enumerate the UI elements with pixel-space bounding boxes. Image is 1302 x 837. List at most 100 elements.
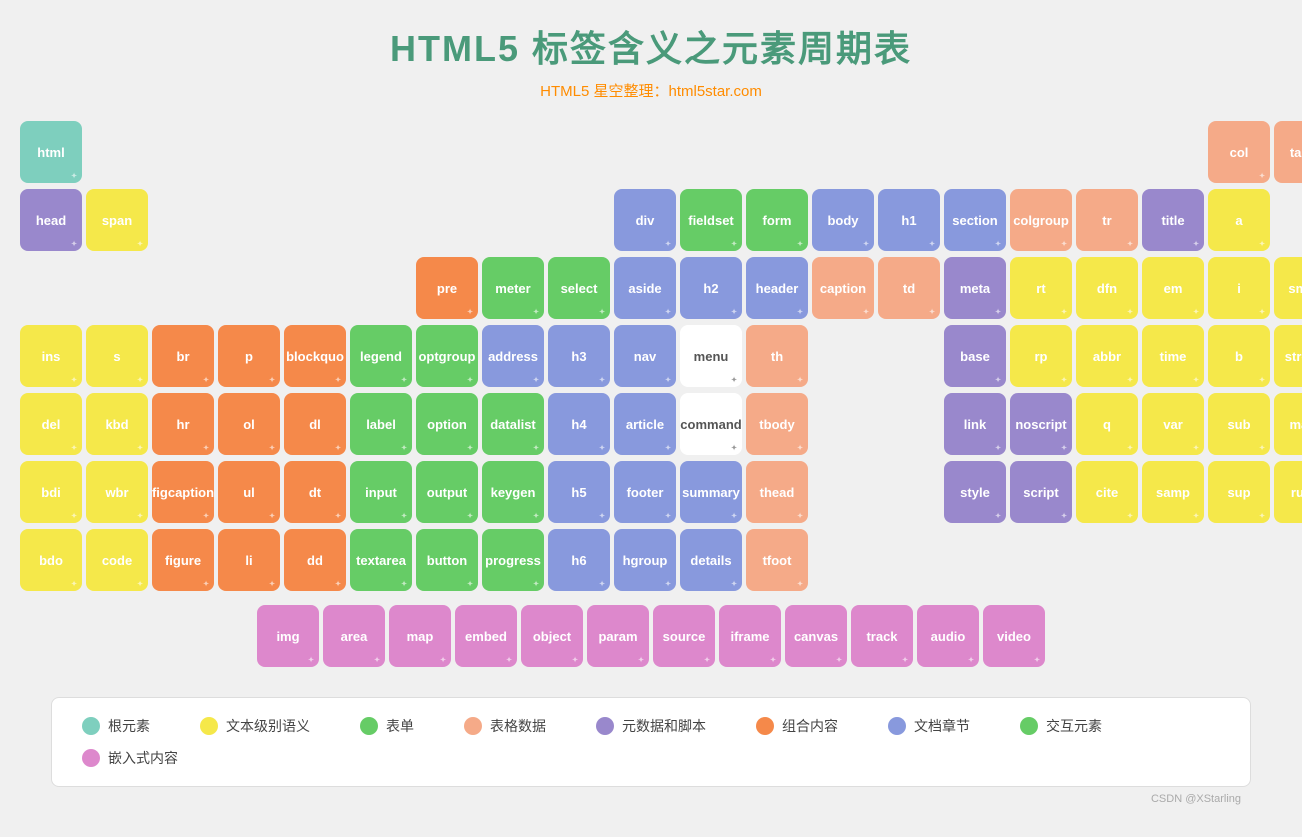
- element-map[interactable]: map: [389, 605, 451, 667]
- element-abbr[interactable]: abbr: [1076, 325, 1138, 387]
- element-figure[interactable]: figure: [152, 529, 214, 591]
- element-span[interactable]: span: [86, 189, 148, 251]
- element-ins[interactable]: ins: [20, 325, 82, 387]
- element-optgroup[interactable]: optgroup: [416, 325, 478, 387]
- element-col[interactable]: col: [1208, 121, 1270, 183]
- element-meta[interactable]: meta: [944, 257, 1006, 319]
- element-h6[interactable]: h6: [548, 529, 610, 591]
- element-time[interactable]: time: [1142, 325, 1204, 387]
- element-colgroup[interactable]: colgroup: [1010, 189, 1072, 251]
- element-h1[interactable]: h1: [878, 189, 940, 251]
- element-i[interactable]: i: [1208, 257, 1270, 319]
- element-h2[interactable]: h2: [680, 257, 742, 319]
- element-noscript[interactable]: noscript: [1010, 393, 1072, 455]
- element-button[interactable]: button: [416, 529, 478, 591]
- element-samp[interactable]: samp: [1142, 461, 1204, 523]
- element-th[interactable]: th: [746, 325, 808, 387]
- element-aside[interactable]: aside: [614, 257, 676, 319]
- element-h3[interactable]: h3: [548, 325, 610, 387]
- element-html[interactable]: html: [20, 121, 82, 183]
- element-hgroup[interactable]: hgroup: [614, 529, 676, 591]
- element-div[interactable]: div: [614, 189, 676, 251]
- element-h4[interactable]: h4: [548, 393, 610, 455]
- element-code[interactable]: code: [86, 529, 148, 591]
- element-link[interactable]: link: [944, 393, 1006, 455]
- element-wbr[interactable]: wbr: [86, 461, 148, 523]
- element-canvas[interactable]: canvas: [785, 605, 847, 667]
- element-hr[interactable]: hr: [152, 393, 214, 455]
- element-param[interactable]: param: [587, 605, 649, 667]
- element-a[interactable]: a: [1208, 189, 1270, 251]
- element-kbd[interactable]: kbd: [86, 393, 148, 455]
- element-script[interactable]: script: [1010, 461, 1072, 523]
- element-small[interactable]: small: [1274, 257, 1302, 319]
- element-img[interactable]: img: [257, 605, 319, 667]
- element-sup[interactable]: sup: [1208, 461, 1270, 523]
- element-figcaption[interactable]: figcaption: [152, 461, 214, 523]
- element-details[interactable]: details: [680, 529, 742, 591]
- element-command[interactable]: command: [680, 393, 742, 455]
- element-tr[interactable]: tr: [1076, 189, 1138, 251]
- element-ol[interactable]: ol: [218, 393, 280, 455]
- element-mark[interactable]: mark: [1274, 393, 1302, 455]
- element-td[interactable]: td: [878, 257, 940, 319]
- element-header[interactable]: header: [746, 257, 808, 319]
- element-base[interactable]: base: [944, 325, 1006, 387]
- element-meter[interactable]: meter: [482, 257, 544, 319]
- element-ul[interactable]: ul: [218, 461, 280, 523]
- element-legend[interactable]: legend: [350, 325, 412, 387]
- element-style[interactable]: style: [944, 461, 1006, 523]
- element-tbody[interactable]: tbody: [746, 393, 808, 455]
- element-label[interactable]: label: [350, 393, 412, 455]
- element-address[interactable]: address: [482, 325, 544, 387]
- element-body[interactable]: body: [812, 189, 874, 251]
- element-strong[interactable]: strong: [1274, 325, 1302, 387]
- element-video[interactable]: video: [983, 605, 1045, 667]
- element-datalist[interactable]: datalist: [482, 393, 544, 455]
- element-summary[interactable]: summary: [680, 461, 742, 523]
- element-audio[interactable]: audio: [917, 605, 979, 667]
- element-br[interactable]: br: [152, 325, 214, 387]
- element-thead[interactable]: thead: [746, 461, 808, 523]
- element-embed[interactable]: embed: [455, 605, 517, 667]
- element-iframe[interactable]: iframe: [719, 605, 781, 667]
- element-title[interactable]: title: [1142, 189, 1204, 251]
- element-s[interactable]: s: [86, 325, 148, 387]
- element-output[interactable]: output: [416, 461, 478, 523]
- element-nav[interactable]: nav: [614, 325, 676, 387]
- element-section[interactable]: section: [944, 189, 1006, 251]
- element-object[interactable]: object: [521, 605, 583, 667]
- element-dl[interactable]: dl: [284, 393, 346, 455]
- element-textarea[interactable]: textarea: [350, 529, 412, 591]
- element-area[interactable]: area: [323, 605, 385, 667]
- element-table[interactable]: table: [1274, 121, 1302, 183]
- element-option[interactable]: option: [416, 393, 478, 455]
- element-footer[interactable]: footer: [614, 461, 676, 523]
- element-var[interactable]: var: [1142, 393, 1204, 455]
- element-pre[interactable]: pre: [416, 257, 478, 319]
- element-dt[interactable]: dt: [284, 461, 346, 523]
- element-form[interactable]: form: [746, 189, 808, 251]
- element-track[interactable]: track: [851, 605, 913, 667]
- element-dfn[interactable]: dfn: [1076, 257, 1138, 319]
- element-p[interactable]: p: [218, 325, 280, 387]
- element-caption[interactable]: caption: [812, 257, 874, 319]
- element-bdo[interactable]: bdo: [20, 529, 82, 591]
- element-li[interactable]: li: [218, 529, 280, 591]
- element-head[interactable]: head: [20, 189, 82, 251]
- element-em[interactable]: em: [1142, 257, 1204, 319]
- element-progress[interactable]: progress: [482, 529, 544, 591]
- element-select[interactable]: select: [548, 257, 610, 319]
- element-dd[interactable]: dd: [284, 529, 346, 591]
- element-rp[interactable]: rp: [1010, 325, 1072, 387]
- element-sub[interactable]: sub: [1208, 393, 1270, 455]
- element-h5[interactable]: h5: [548, 461, 610, 523]
- element-cite[interactable]: cite: [1076, 461, 1138, 523]
- element-q[interactable]: q: [1076, 393, 1138, 455]
- element-b[interactable]: b: [1208, 325, 1270, 387]
- element-tfoot[interactable]: tfoot: [746, 529, 808, 591]
- element-blockquote[interactable]: blockquo: [284, 325, 346, 387]
- element-menu[interactable]: menu: [680, 325, 742, 387]
- element-input[interactable]: input: [350, 461, 412, 523]
- element-keygen[interactable]: keygen: [482, 461, 544, 523]
